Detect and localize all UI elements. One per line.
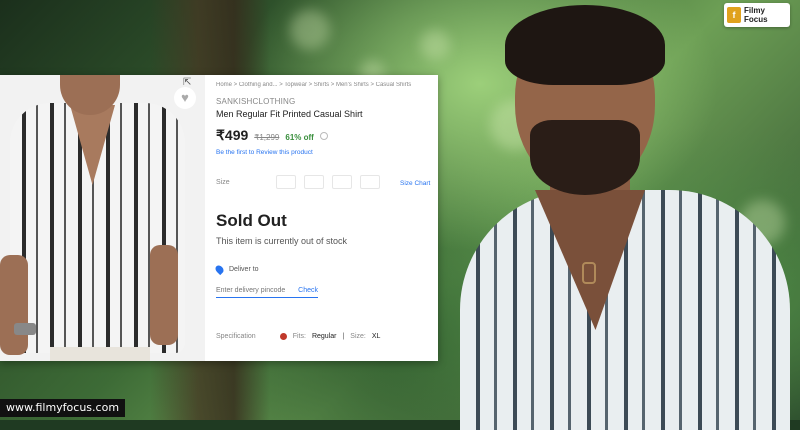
fits-value: Regular [311, 333, 337, 340]
check-button[interactable]: Check [298, 287, 318, 294]
fits-label: Fits: [292, 333, 306, 340]
selling-price: ₹499 [216, 127, 249, 143]
pincode-placeholder[interactable]: Enter delivery pincode [216, 287, 285, 294]
review-link[interactable]: Be the first to Review this product [216, 149, 313, 156]
specification-label: Specification [216, 333, 256, 340]
brand-name[interactable]: SANKISHCLOTHING [216, 97, 295, 106]
watermark-url: www.filmyfocus.com [0, 399, 126, 417]
specification-row: Specification Fits: Regular | Size: XL [216, 333, 381, 340]
discount-label: 61% off [285, 133, 314, 142]
deliver-to: Deliver to [213, 263, 259, 276]
deliver-to-label: Deliver to [229, 266, 259, 273]
filmyfocus-logo[interactable]: f Filmy Focus [724, 3, 790, 27]
product-title: Men Regular Fit Printed Casual Shirt [216, 109, 363, 119]
product-page-screenshot: ⇱ ♥ Home > Clothing and... > Topwear > S… [0, 75, 438, 361]
size-options [276, 175, 380, 189]
location-pin-icon [213, 263, 226, 276]
size-chart-link[interactable]: Size Chart [400, 180, 430, 187]
sold-out-heading: Sold Out [216, 211, 287, 230]
original-price: ₹1,299 [254, 133, 280, 142]
size-chip[interactable] [360, 175, 380, 189]
size-spec-value: XL [371, 333, 381, 340]
size-label: Size [216, 179, 230, 186]
product-info: Home > Clothing and... > Topwear > Shirt… [213, 75, 438, 361]
product-image[interactable]: ⇱ ♥ [0, 75, 205, 361]
actor-photo [440, 0, 800, 430]
size-chip[interactable] [332, 175, 352, 189]
pincode-input[interactable]: Enter delivery pincode Check [216, 287, 318, 298]
logo-mark-icon: f [727, 7, 741, 23]
info-icon[interactable] [319, 132, 328, 140]
size-chip[interactable] [304, 175, 324, 189]
size-chip[interactable] [276, 175, 296, 189]
size-spec-label: Size: [350, 333, 366, 340]
breadcrumb[interactable]: Home > Clothing and... > Topwear > Shirt… [216, 82, 438, 88]
out-of-stock-message: This item is currently out of stock [216, 236, 348, 246]
price-row: ₹499 ₹1,299 61% off [216, 127, 328, 144]
color-dot [279, 333, 287, 340]
pendant [582, 262, 596, 284]
heart-icon[interactable]: ♥ [174, 87, 196, 109]
